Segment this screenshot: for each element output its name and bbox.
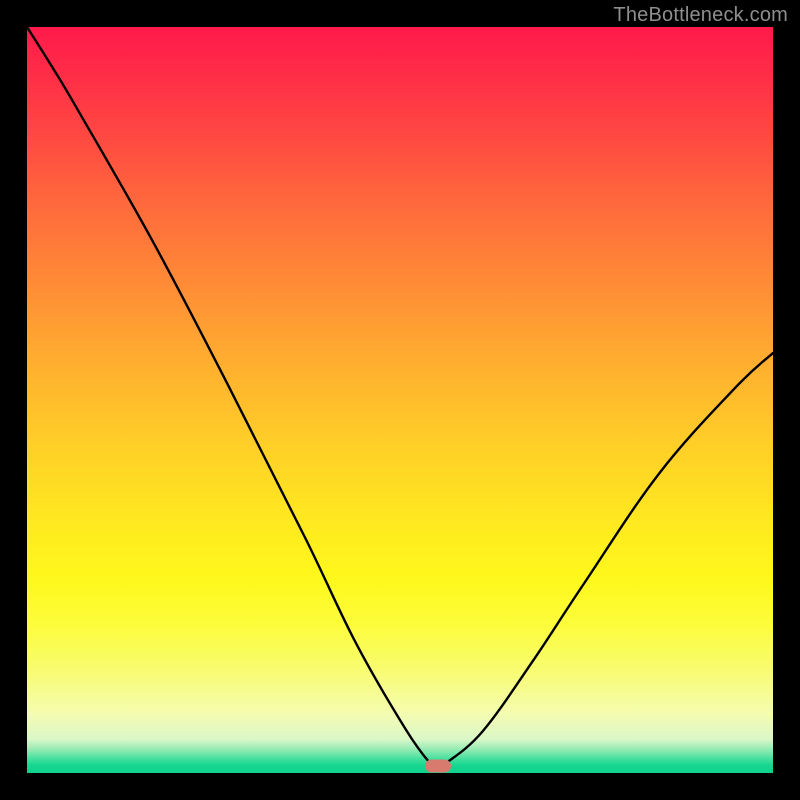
bottleneck-curve: [27, 27, 773, 773]
chart-frame: TheBottleneck.com: [0, 0, 800, 800]
bottleneck-marker: [425, 759, 451, 772]
plot-area: [27, 27, 773, 773]
watermark-text: TheBottleneck.com: [613, 4, 788, 27]
